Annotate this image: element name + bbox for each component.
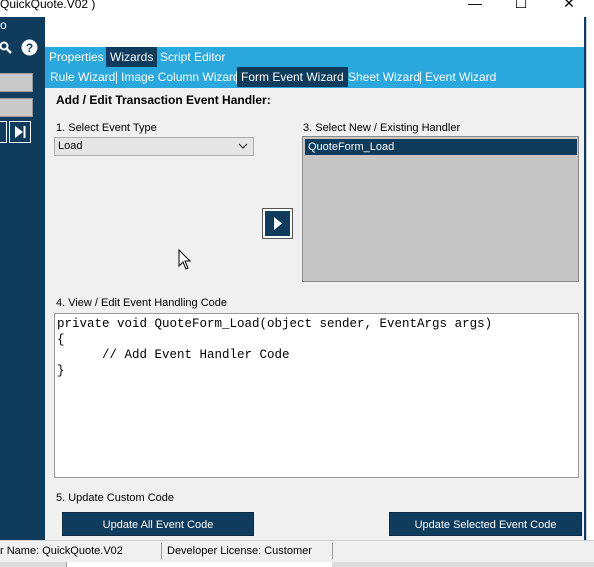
help-icon[interactable]: ? (21, 39, 38, 56)
tab-image-column-wizard[interactable]: Image Column Wizard (117, 67, 244, 87)
step4-label: 4. View / Edit Event Handling Code (56, 297, 228, 309)
minimize-button[interactable]: — (452, 0, 498, 13)
event-type-value: Load (58, 140, 83, 152)
tab-form-event-wizard[interactable]: Form Event Wizard (237, 67, 348, 87)
tab-properties[interactable]: Properties (45, 47, 108, 67)
status-divider (332, 543, 333, 559)
button-face (265, 211, 290, 236)
developer-license: Developer License: Customer (167, 545, 312, 557)
list-item[interactable]: QuoteForm_Load (305, 139, 577, 155)
code-line: // Add Event Handler Code (57, 348, 290, 362)
background-window-strip (0, 562, 594, 567)
nav-last-button[interactable] (9, 121, 31, 143)
tab-wizards[interactable]: Wizards (106, 47, 158, 67)
tab-sheet-wizard[interactable]: Sheet Wizard (344, 67, 424, 87)
left-field-1[interactable] (0, 73, 33, 92)
handler-listbox[interactable]: QuoteForm_Load (302, 136, 579, 282)
chevron-down-icon (238, 143, 248, 149)
step5-label: 5. Update Custom Code (56, 492, 175, 504)
step3-label: 3. Select New / Existing Handler (303, 122, 461, 134)
maximize-button[interactable]: ☐ (498, 0, 544, 13)
menu-icon[interactable]: o (0, 18, 7, 32)
code-line: private void QuoteForm_Load(object sende… (57, 317, 493, 331)
update-selected-event-code-button[interactable]: Update Selected Event Code (389, 512, 582, 536)
select-handler-button[interactable] (262, 208, 293, 239)
window-title: QuickQuote.V02 ) (0, 0, 96, 11)
mouse-cursor-icon (178, 249, 192, 270)
background-grid-peek (66, 562, 332, 567)
record-nav (0, 121, 32, 143)
secondary-tab-bar: Rule Wizard Image Column Wizard Form Eve… (45, 67, 584, 88)
nav-prev-button[interactable] (0, 121, 7, 143)
close-button[interactable]: ✕ (546, 0, 592, 13)
section-heading: Add / Edit Transaction Event Handler: (56, 93, 271, 107)
customization-name: r Name: QuickQuote.V02 (0, 545, 123, 557)
tab-event-wizard[interactable]: Event Wizard (421, 67, 500, 87)
status-bar: r Name: QuickQuote.V02 Developer License… (0, 540, 594, 562)
code-line: } (57, 364, 65, 378)
event-type-select[interactable]: Load (54, 137, 254, 156)
left-field-2[interactable] (0, 98, 33, 117)
step1-label: 1. Select Event Type (56, 122, 157, 134)
search-icon[interactable] (0, 39, 12, 55)
svg-text:?: ? (26, 41, 33, 55)
code-editor[interactable]: private void QuoteForm_Load(object sende… (54, 313, 579, 478)
tab-rule-wizard[interactable]: Rule Wizard (46, 67, 119, 87)
last-record-icon (15, 126, 26, 138)
left-sidebar: o ? (0, 17, 45, 540)
update-all-event-code-button[interactable]: Update All Event Code (62, 512, 254, 536)
right-scroll-edge[interactable] (586, 17, 594, 540)
title-bar: QuickQuote.V02 ) — ☐ ✕ (0, 0, 594, 17)
status-divider (161, 543, 162, 559)
play-arrow-icon (274, 217, 282, 230)
primary-tab-bar: Properties Wizards Script Editor (45, 47, 584, 67)
code-line: { (57, 333, 65, 347)
tab-script-editor[interactable]: Script Editor (156, 47, 229, 67)
